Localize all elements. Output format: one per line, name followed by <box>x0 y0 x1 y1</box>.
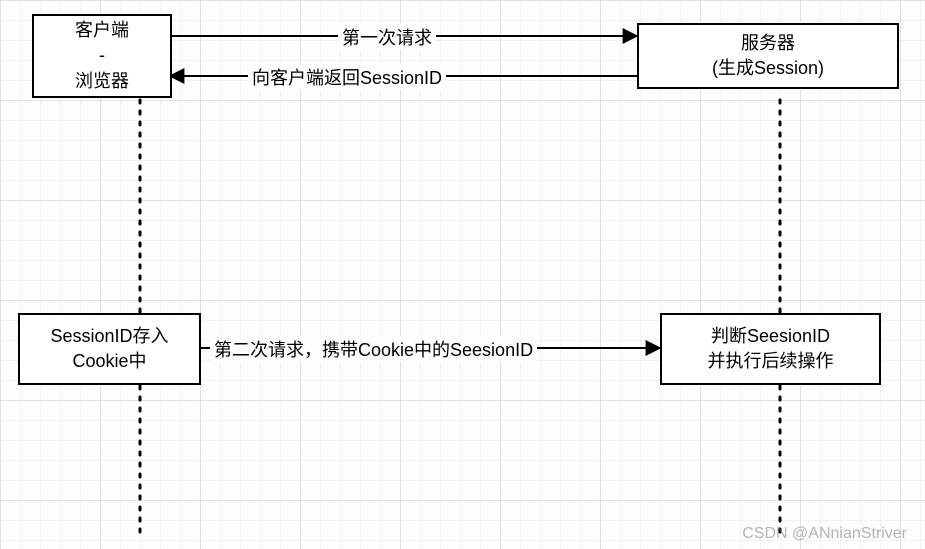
watermark: CSDN @ANnianStriver <box>742 525 907 543</box>
node-server: 服务器 (生成Session) <box>637 23 899 89</box>
node-client-line2: - <box>99 43 105 68</box>
label-return-session: 向客户端返回SessionID <box>248 64 446 90</box>
node-server-line1: 服务器 <box>741 31 795 56</box>
label-second-request: 第二次请求，携带Cookie中的SeesionID <box>210 336 537 362</box>
node-cookie-store-line1: SessionID存入 <box>50 324 168 349</box>
node-cookie-store-line2: Cookie中 <box>72 349 146 374</box>
node-client-line1: 客户端 <box>75 18 129 43</box>
node-verify-line2: 并执行后续操作 <box>708 349 834 374</box>
node-server-line2: (生成Session) <box>712 56 824 81</box>
label-first-request: 第一次请求 <box>338 24 436 50</box>
node-client-line3: 浏览器 <box>75 69 129 94</box>
node-client: 客户端 - 浏览器 <box>32 14 172 98</box>
node-verify: 判断SeesionID 并执行后续操作 <box>660 313 881 385</box>
node-cookie-store: SessionID存入 Cookie中 <box>18 313 201 385</box>
node-verify-line1: 判断SeesionID <box>711 324 830 349</box>
